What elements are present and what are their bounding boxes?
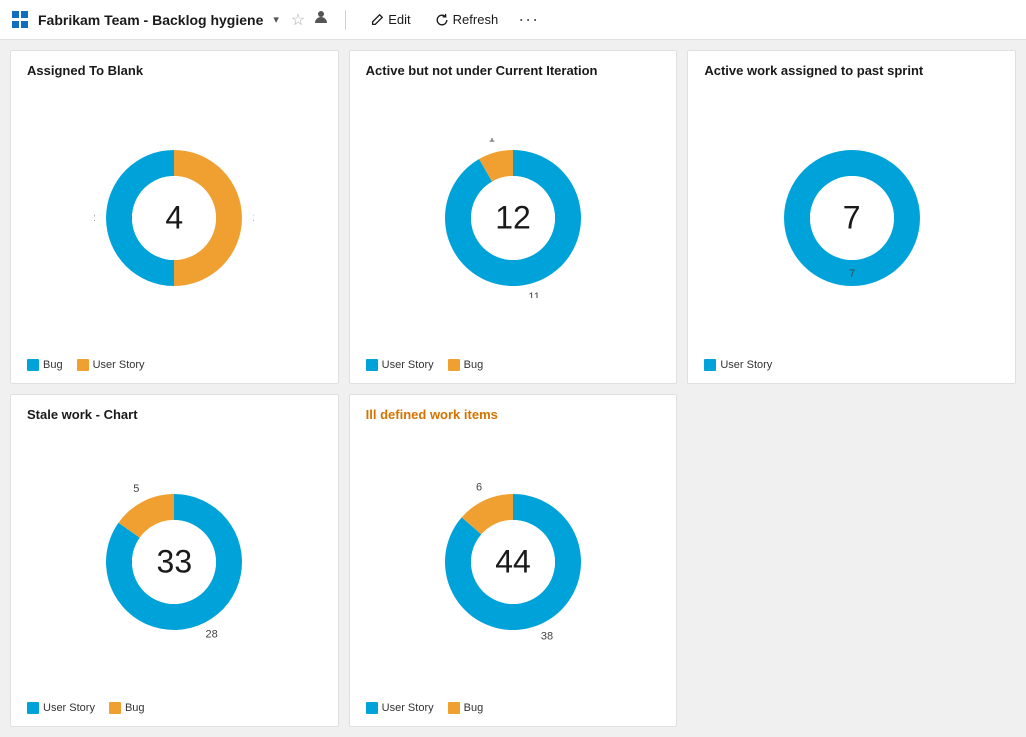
svg-text:1: 1 — [489, 138, 495, 145]
legend-color — [366, 702, 378, 714]
more-options-button[interactable]: ··· — [518, 9, 539, 30]
card-title-stale-work: Stale work - Chart — [27, 407, 322, 422]
legend-active-past-sprint: User Story — [704, 359, 999, 371]
legend-color — [27, 359, 39, 371]
legend-item: Bug — [27, 359, 63, 371]
legend-color — [366, 359, 378, 371]
legend-item: Bug — [448, 359, 484, 371]
card-title-ill-defined: Ill defined work items — [366, 407, 661, 422]
legend-color — [27, 702, 39, 714]
donut-stale-work[interactable]: 28 5 33 — [94, 482, 254, 642]
legend-color — [109, 702, 121, 714]
legend-item: User Story — [704, 359, 772, 371]
legend-label: Bug — [43, 359, 63, 371]
donut-active-past-sprint[interactable]: 7 7 — [772, 138, 932, 298]
legend-label: Bug — [464, 359, 484, 371]
donut-total-assigned-to-blank: 4 — [165, 200, 183, 237]
card-active-past-sprint: Active work assigned to past sprint 7 7 … — [687, 50, 1016, 384]
legend-color — [77, 359, 89, 371]
card-active-not-current: Active but not under Current Iteration 1… — [349, 50, 678, 384]
legend-label: Bug — [464, 702, 484, 714]
page-title: Fabrikam Team - Backlog hygiene — [38, 12, 263, 28]
star-icon[interactable]: ☆ — [291, 10, 305, 30]
svg-text:38: 38 — [541, 630, 553, 641]
edit-icon — [370, 13, 384, 27]
legend-item: Bug — [109, 702, 145, 714]
card-ill-defined: Ill defined work items 38 6 44 User Story… — [349, 394, 678, 728]
card-title-active-past-sprint: Active work assigned to past sprint — [704, 63, 999, 78]
refresh-button[interactable]: Refresh — [427, 8, 507, 31]
card-title-assigned-to-blank: Assigned To Blank — [27, 63, 322, 78]
chart-area-active-past-sprint: 7 7 — [704, 86, 999, 351]
donut-total-active-not-current: 12 — [495, 200, 531, 237]
svg-text:5: 5 — [134, 483, 140, 495]
legend-item: User Story — [77, 359, 145, 371]
donut-assigned-to-blank[interactable]: 2 2 4 — [94, 138, 254, 298]
legend-assigned-to-blank: Bug User Story — [27, 359, 322, 371]
donut-total-ill-defined: 44 — [495, 543, 531, 580]
header: Fabrikam Team - Backlog hygiene ▾ ☆ Edit… — [0, 0, 1026, 40]
card-assigned-to-blank: Assigned To Blank 2 2 4 Bug User Story — [10, 50, 339, 384]
refresh-icon — [435, 13, 449, 27]
donut-total-active-past-sprint: 7 — [843, 200, 861, 237]
dashboard: Assigned To Blank 22 4 BugUser StoryActi… — [0, 40, 1026, 737]
chart-area-ill-defined: 38 6 44 — [366, 430, 661, 695]
donut-ill-defined[interactable]: 38 6 44 — [433, 482, 593, 642]
legend-item: User Story — [366, 702, 434, 714]
chevron-down-icon[interactable]: ▾ — [273, 13, 279, 26]
svg-text:2: 2 — [253, 212, 254, 224]
legend-color — [448, 702, 460, 714]
legend-item: Bug — [448, 702, 484, 714]
svg-text:2: 2 — [94, 212, 95, 224]
legend-label: User Story — [382, 359, 434, 371]
chart-area-assigned-to-blank: 2 2 4 — [27, 86, 322, 351]
svg-text:7: 7 — [849, 268, 855, 280]
legend-item: User Story — [27, 702, 95, 714]
card-title-active-not-current: Active but not under Current Iteration — [366, 63, 661, 78]
legend-label: User Story — [43, 702, 95, 714]
grid-icon — [12, 11, 30, 29]
legend-active-not-current: User Story Bug — [366, 359, 661, 371]
donut-active-not-current[interactable]: 111 12 — [433, 138, 593, 298]
svg-text:28: 28 — [206, 628, 218, 640]
legend-ill-defined: User Story Bug — [366, 702, 661, 714]
separator — [345, 10, 346, 30]
person-icon[interactable] — [313, 9, 329, 30]
legend-item: User Story — [366, 359, 434, 371]
donut-total-stale-work: 33 — [157, 543, 193, 580]
legend-label: Bug — [125, 702, 145, 714]
legend-color — [704, 359, 716, 371]
legend-label: User Story — [720, 359, 772, 371]
chart-area-stale-work: 28 5 33 — [27, 430, 322, 695]
card-stale-work: Stale work - Chart 28 5 33 User Story Bug — [10, 394, 339, 728]
edit-button[interactable]: Edit — [362, 8, 418, 31]
empty-card — [687, 394, 1016, 728]
legend-label: User Story — [382, 702, 434, 714]
svg-text:6: 6 — [476, 482, 482, 493]
legend-stale-work: User Story Bug — [27, 702, 322, 714]
svg-text:11: 11 — [528, 291, 539, 298]
chart-area-active-not-current: 111 12 — [366, 86, 661, 351]
legend-color — [448, 359, 460, 371]
legend-label: User Story — [93, 359, 145, 371]
